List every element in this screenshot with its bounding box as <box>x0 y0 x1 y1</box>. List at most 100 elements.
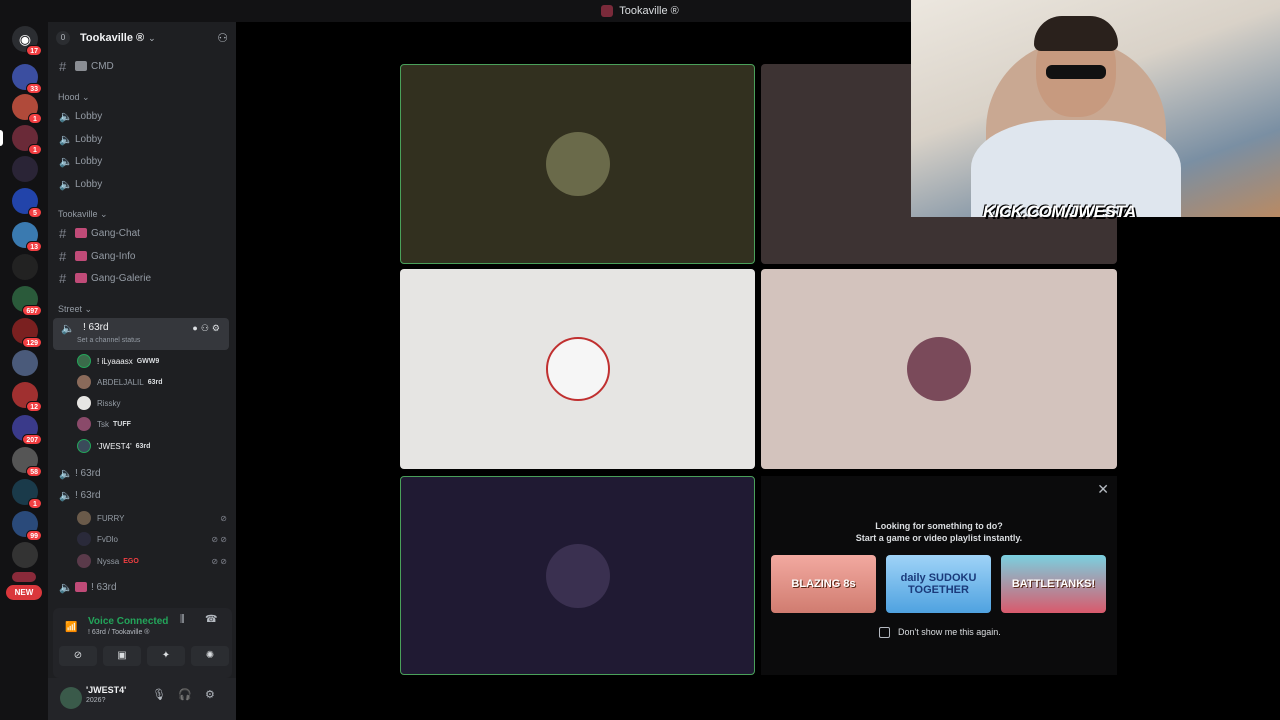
server-icon-16[interactable] <box>12 572 36 582</box>
user-tag: TUFF <box>113 420 131 428</box>
hash-icon: # <box>59 248 67 264</box>
channel-lobby-3[interactable]: 🔈 Lobby <box>53 151 229 171</box>
voice-panel: 📶 Voice Connected ! 63rd / Tookaville ® … <box>53 608 232 678</box>
voice-user[interactable]: ! iLyaaasx GWW9 <box>77 352 227 370</box>
channel-lobby-1[interactable]: 🔈 Lobby <box>53 106 229 126</box>
server-icon-3[interactable] <box>12 156 38 182</box>
voice-user[interactable]: FURRY ⊘ <box>77 509 227 527</box>
server-icon-9[interactable] <box>12 350 38 376</box>
game-card-blazing-8s[interactable]: BLAZING 8s <box>771 555 876 613</box>
soundboard-icon: ✺ <box>205 650 215 661</box>
mention-badge: 33 <box>26 83 42 94</box>
kick-url: KICK.COM/JWESTA <box>983 202 1136 221</box>
add-member-icon[interactable]: ⚇ <box>217 31 228 45</box>
channel-cmd[interactable]: # CMD <box>53 56 229 76</box>
channel-gang-info[interactable]: # Gang-Info <box>53 246 229 266</box>
channel-gang-galerie[interactable]: # Gang-Galerie <box>53 268 229 288</box>
microphone-icon[interactable]: 🎙 <box>152 688 166 701</box>
headphones-icon[interactable]: 🎧 <box>178 688 192 701</box>
user-name: FURRY <box>97 513 125 523</box>
server-icon-13[interactable]: 1 <box>12 479 42 509</box>
category-street[interactable]: Street ⌄ <box>58 304 92 315</box>
dont-show-checkbox[interactable] <box>879 627 890 638</box>
screen-share-button[interactable]: ▣ <box>103 646 141 666</box>
mention-badge: 1 <box>28 498 42 509</box>
soundboard-button[interactable]: ✺ <box>191 646 229 666</box>
new-badge[interactable]: NEW <box>6 585 42 600</box>
voice-user[interactable]: Nyssa EGO ⊘ ⊘ <box>77 552 227 570</box>
avatar <box>77 532 91 546</box>
user-tag: GWW9 <box>136 357 160 365</box>
channel-gang-chat[interactable]: # Gang-Chat <box>53 223 229 243</box>
channel-status[interactable]: Set a channel status <box>77 337 140 344</box>
mention-badge: 12 <box>26 401 42 412</box>
avatar <box>77 354 91 368</box>
voice-location[interactable]: ! 63rd / Tookaville ® <box>88 629 149 636</box>
channel-63rd-4[interactable]: 🔈 ! 63rd <box>53 577 229 597</box>
server-icon-11[interactable]: 207 <box>12 415 42 445</box>
boost-count: 0 <box>56 31 70 45</box>
avatar <box>77 375 91 389</box>
kick-overlay-text: KICK.COM/JWESTA <box>983 202 1136 222</box>
avatar <box>77 511 91 525</box>
server-icon-12[interactable]: 58 <box>12 447 42 477</box>
server-icon-15[interactable] <box>12 542 38 568</box>
activity-promo: ✕ Looking for something to do? Start a g… <box>761 476 1117 675</box>
server-icon-5[interactable]: 13 <box>12 222 42 252</box>
noise-suppression-icon[interactable]: ⫼ <box>180 614 185 625</box>
voice-user[interactable]: ABDELJALIL 63rd <box>77 373 227 391</box>
server-icon-4[interactable]: 5 <box>12 188 42 218</box>
category-hood[interactable]: Hood ⌄ <box>58 92 90 103</box>
user-tag: 63rd <box>135 442 151 450</box>
user-name: ! iLyaaasx <box>97 356 133 366</box>
avatar[interactable] <box>60 687 82 709</box>
server-icon-8[interactable]: 129 <box>12 318 42 348</box>
disconnect-icon[interactable]: ☎ <box>205 614 217 625</box>
channel-63rd-3[interactable]: 🔈! 63rd <box>53 485 229 505</box>
server-icon-10[interactable]: 12 <box>12 382 42 412</box>
channel-lobby-4[interactable]: 🔈 Lobby <box>53 174 229 194</box>
channel-lobby-2[interactable]: 🔈 Lobby <box>53 129 229 149</box>
server-icon-tookaville[interactable]: 1 <box>12 125 42 155</box>
checkbox-label[interactable]: Don't show me this again. <box>898 627 1001 637</box>
server-icon-1[interactable]: 33 <box>12 64 42 94</box>
game-card-battletanks[interactable]: BATTLETANKS! <box>1001 555 1106 613</box>
discord-window: Tookaville ® ◉ 17 33 1 1 5 13 697 129 12 … <box>0 0 1280 720</box>
channel-label: ! 63rd <box>75 467 101 479</box>
voice-user[interactable]: FvDlo ⊘ ⊘ <box>77 530 227 548</box>
participant-tile[interactable] <box>761 269 1117 469</box>
server-icon-2[interactable]: 1 <box>12 94 42 124</box>
signal-icon[interactable]: 📶 <box>65 622 77 633</box>
mention-badge: 697 <box>22 305 42 316</box>
voice-user[interactable]: 'JWEST4' 63rd <box>77 437 227 455</box>
game-card-sudoku[interactable]: daily SUDOKU TOGETHER <box>886 555 991 613</box>
participant-tile[interactable] <box>400 269 755 469</box>
streamer-hair <box>1034 16 1118 51</box>
server-icon-7[interactable]: 697 <box>12 286 42 316</box>
avatar <box>77 439 91 453</box>
user-tag: EGO <box>123 557 139 565</box>
channel-63rd-2[interactable]: 🔈! 63rd <box>53 463 229 483</box>
avatar <box>77 417 91 431</box>
emoji-icon <box>75 251 87 261</box>
voice-user[interactable]: Rissky <box>77 394 227 412</box>
server-header[interactable]: 0 Tookaville ® ⌄ ⚇ <box>48 22 236 54</box>
activities-button[interactable]: ✦ <box>147 646 185 666</box>
home-button[interactable]: ◉ 17 <box>12 26 42 56</box>
voice-status[interactable]: Voice Connected <box>88 616 168 627</box>
server-icon-6[interactable] <box>12 254 38 280</box>
user-name[interactable]: 'JWEST4' <box>86 685 126 695</box>
user-status: 2026? <box>86 697 106 704</box>
settings-gear-icon[interactable]: ⚙ <box>205 688 215 701</box>
voice-user[interactable]: Tsk TUFF <box>77 415 227 433</box>
active-voice-channel[interactable]: 🔈 ! 63rd Set a channel status ●⚇⚙ <box>53 318 229 350</box>
close-icon[interactable]: ✕ <box>1097 481 1109 498</box>
participant-tile[interactable] <box>400 476 755 675</box>
server-icon-14[interactable]: 99 <box>12 511 42 541</box>
category-tookaville[interactable]: Tookaville ⌄ <box>58 209 108 220</box>
channel-label: Lobby <box>75 110 103 122</box>
camera-button[interactable]: ⊘ <box>59 646 97 666</box>
hash-icon: # <box>59 58 67 74</box>
participant-tile[interactable] <box>400 64 755 264</box>
channel-action-icons[interactable]: ●⚇⚙ <box>192 323 223 334</box>
